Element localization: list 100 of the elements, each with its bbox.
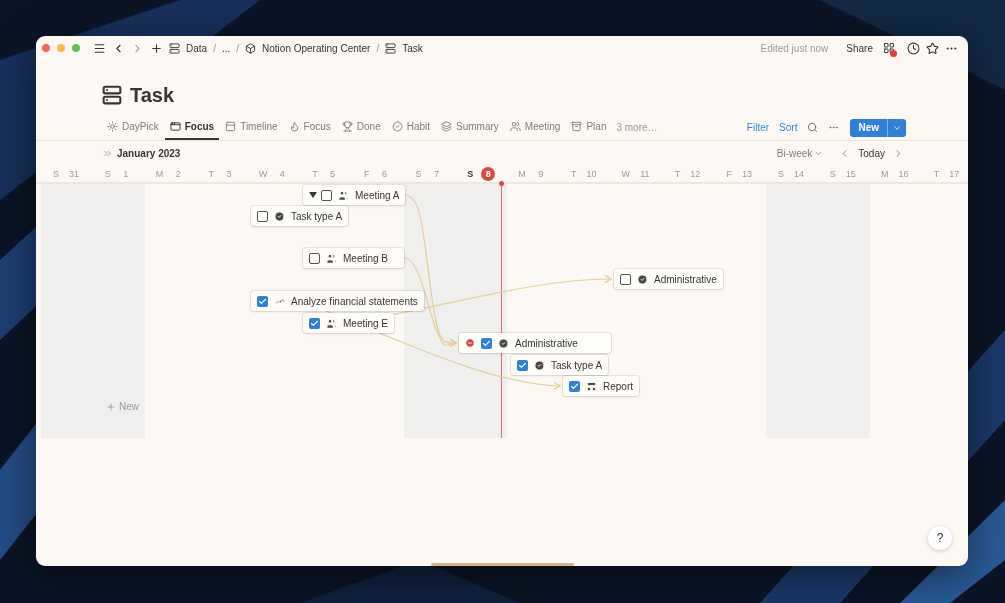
check-circle-icon — [637, 273, 648, 285]
date-label: 12 — [689, 167, 702, 181]
date-label: 5 — [329, 167, 337, 181]
task-checkbox[interactable] — [257, 210, 268, 222]
today-dot — [499, 181, 504, 186]
date-label: 3 — [225, 167, 233, 181]
task-checkbox[interactable] — [309, 317, 320, 329]
view-tab[interactable]: Timeline — [220, 115, 283, 140]
task-checkbox[interactable] — [620, 273, 631, 285]
date-label: 7 — [432, 167, 440, 181]
caret-icon[interactable] — [309, 192, 317, 198]
view-tab[interactable]: Summary — [436, 115, 504, 140]
task-card[interactable]: Analyze financial statements — [251, 291, 424, 311]
check-icon — [518, 360, 527, 370]
range-dropdown[interactable]: Bi-week — [770, 146, 830, 160]
date-label: 2 — [174, 167, 182, 181]
task-checkbox[interactable] — [517, 359, 528, 371]
view-tab[interactable]: Focus — [164, 115, 220, 140]
weekday-label: F — [726, 168, 732, 179]
task-card[interactable]: Meeting A — [303, 185, 406, 205]
people-icon — [338, 189, 349, 201]
task-title: Task type A — [291, 210, 343, 222]
task-checkbox[interactable] — [569, 380, 580, 392]
task-title: Task type A — [551, 359, 603, 371]
check-circle-icon — [274, 210, 285, 222]
task-card[interactable]: Task type A — [251, 206, 349, 226]
page-title: Task — [130, 83, 175, 107]
weekday-label: T — [674, 168, 681, 179]
task-checkbox[interactable] — [321, 189, 332, 201]
weekday-label: T — [208, 168, 215, 179]
help-button[interactable]: ? — [928, 526, 952, 550]
plus-icon[interactable] — [150, 41, 163, 55]
breadcrumb-link[interactable]: Data — [186, 42, 208, 54]
task-card[interactable]: Report — [563, 376, 639, 396]
view-tab[interactable]: Done — [336, 115, 386, 140]
task-checkbox[interactable] — [481, 337, 492, 349]
cube-icon — [245, 42, 257, 54]
task-title: Meeting A — [355, 189, 400, 201]
weekday-label: S — [415, 168, 422, 179]
grid-icon[interactable] — [883, 42, 895, 54]
plus-icon — [106, 401, 116, 412]
view-tab[interactable]: DayPick — [102, 115, 164, 140]
task-title: Administrative — [515, 337, 578, 349]
task-card[interactable]: Meeting B — [303, 248, 404, 268]
weekday-label: M — [155, 168, 164, 179]
weekday-label: S — [467, 168, 474, 179]
scrollbar-thumb[interactable] — [431, 563, 574, 566]
task-card[interactable]: Task type A — [511, 355, 609, 375]
check-circle-icon — [498, 337, 509, 349]
filter-button[interactable]: Filter — [741, 122, 775, 133]
task-title: Meeting E — [343, 317, 389, 329]
database-icon — [385, 42, 397, 54]
today-button[interactable]: Today — [854, 147, 889, 159]
database-icon — [102, 85, 122, 105]
date-label: 9 — [537, 167, 545, 181]
star-icon[interactable] — [926, 41, 939, 55]
search-icon[interactable] — [807, 122, 819, 133]
month-label: January 2023 — [117, 147, 181, 159]
task-card[interactable]: Meeting E — [303, 313, 395, 333]
weekday-label: M — [518, 168, 526, 179]
task-card[interactable]: Administrative — [614, 269, 723, 289]
breadcrumb-separator: / — [236, 42, 240, 54]
weekday-label: W — [258, 168, 268, 179]
people-icon — [509, 121, 521, 132]
close-button[interactable] — [42, 44, 50, 52]
task-checkbox[interactable] — [309, 252, 320, 264]
breadcrumb-link[interactable]: ... — [221, 42, 231, 54]
new-button[interactable]: New — [850, 118, 906, 137]
zoom-button[interactable] — [72, 44, 80, 52]
breadcrumb-link[interactable]: Notion Operating Center — [262, 42, 371, 54]
date-label: 14 — [793, 167, 806, 181]
edited-status: Edited just now — [760, 42, 829, 54]
view-tab[interactable]: Plan — [566, 115, 612, 140]
clock-icon[interactable] — [907, 41, 920, 55]
date-label: 11 — [639, 167, 651, 181]
notification-badge — [890, 49, 897, 57]
share-button[interactable]: Share — [842, 40, 877, 56]
view-tab[interactable]: Meeting — [504, 115, 566, 140]
date-label: 6 — [380, 167, 388, 181]
date-label: 1 — [122, 167, 130, 181]
task-card[interactable]: Administrative — [459, 333, 611, 353]
weekday-label: T — [312, 168, 318, 179]
task-checkbox[interactable] — [257, 295, 268, 307]
view-tab[interactable]: Focus — [283, 115, 336, 140]
people-icon — [326, 317, 337, 329]
weekday-label: T — [571, 168, 577, 179]
task-title: Administrative — [654, 273, 717, 285]
weekday-label: M — [880, 168, 889, 179]
board-icon — [169, 121, 181, 132]
date-label: 15 — [844, 167, 857, 181]
date-label: 17 — [948, 167, 961, 181]
date-label: 13 — [741, 167, 753, 181]
trophy-icon — [341, 121, 353, 132]
breadcrumb-separator: / — [376, 42, 380, 54]
view-tab[interactable]: Habit — [386, 115, 436, 140]
check-icon — [258, 296, 267, 306]
badge-icon — [391, 121, 403, 132]
sort-button[interactable]: Sort — [774, 122, 803, 133]
breadcrumb-link[interactable]: Task — [402, 42, 423, 54]
menu-icon[interactable] — [93, 41, 106, 55]
